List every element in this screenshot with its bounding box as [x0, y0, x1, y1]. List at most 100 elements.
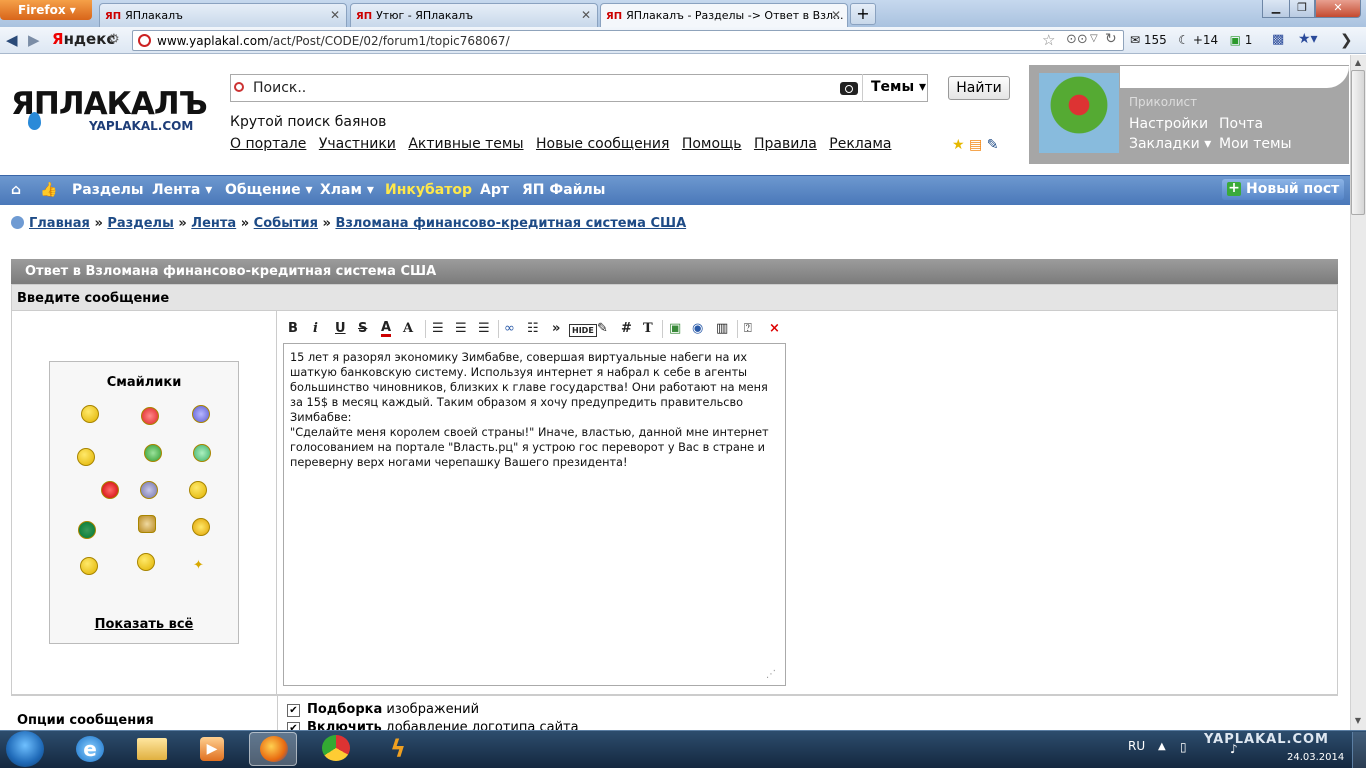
menu-chat[interactable]: Общение ▾ [225, 182, 313, 198]
volume-icon[interactable]: ♪ [1230, 742, 1238, 756]
hash-button[interactable]: # [621, 321, 632, 336]
tab-yaplakal[interactable]: ЯП ЯПлакалъ ✕ [99, 3, 347, 27]
breadcrumb-events[interactable]: События [254, 216, 318, 231]
quote-icon[interactable]: » [552, 321, 560, 336]
camera-icon[interactable] [840, 82, 858, 95]
image-icon[interactable]: ▣ [669, 321, 681, 336]
firefox-menu-button[interactable]: Firefox ▾ [0, 0, 92, 20]
mail-icon[interactable]: ✉ [1130, 33, 1140, 47]
link-about[interactable]: О портале [230, 136, 306, 152]
new-tab-button[interactable]: + [850, 3, 876, 25]
show-all-smilies-link[interactable]: Показать всё [49, 617, 239, 632]
align-center-icon[interactable]: ☰ [455, 321, 467, 336]
link-help[interactable]: Помощь [682, 136, 742, 152]
hide-button[interactable]: HIDE [569, 324, 597, 337]
text-button[interactable]: T [643, 321, 653, 336]
link-ads[interactable]: Реклама [829, 136, 891, 152]
smiley-cool-icon[interactable] [81, 405, 99, 423]
scroll-down-arrow[interactable]: ▼ [1351, 714, 1365, 728]
maximize-button[interactable]: ❐ [1289, 0, 1315, 18]
link-active-topics[interactable]: Активные темы [408, 136, 523, 152]
site-logo[interactable]: ЯПЛАКАЛЪ YAPLAKAL.COM [11, 88, 208, 133]
language-indicator[interactable]: RU [1128, 739, 1145, 753]
menu-incubator[interactable]: Инкубатор [385, 182, 472, 198]
breadcrumb-feed[interactable]: Лента [191, 216, 236, 231]
show-desktop-button[interactable] [1352, 732, 1366, 768]
link-settings[interactable]: Настройки [1129, 116, 1208, 132]
reader-glasses-icon[interactable]: ⊙⊙ [1066, 32, 1088, 47]
resize-handle-icon[interactable]: ⋰ [766, 669, 776, 680]
yandex-tools-icon[interactable]: ⚙ [108, 32, 120, 47]
link-bookmarks[interactable]: Закладки ▾ [1129, 136, 1211, 152]
menu-more-icon[interactable]: ❯ [1340, 31, 1353, 49]
align-right-icon[interactable]: ☰ [478, 321, 490, 336]
bookmark-star-icon[interactable]: ☆ [1042, 31, 1055, 49]
smiley-wave-icon[interactable] [189, 481, 207, 499]
site-identity-icon[interactable] [138, 34, 151, 47]
bold-button[interactable]: B [288, 321, 298, 336]
tray-date[interactable]: 24.03.2014 [1287, 752, 1344, 763]
taskbar-chrome[interactable] [312, 732, 360, 766]
url-bar[interactable]: www.yaplakal.com/act/Post/CODE/02/forum1… [132, 30, 1124, 51]
breadcrumb-home[interactable]: Главная [29, 216, 90, 231]
counter-mail[interactable]: 155 [1144, 33, 1167, 47]
back-icon[interactable]: ◀ [6, 31, 18, 49]
pencil-icon[interactable]: ✎ [987, 137, 999, 153]
link-icon[interactable]: ∞ [504, 321, 515, 336]
smiley-sick-icon[interactable] [193, 444, 211, 462]
strike-button[interactable]: S [358, 321, 367, 336]
tray-expand-icon[interactable]: ▲ [1158, 741, 1166, 752]
menu-junk[interactable]: Хлам ▾ [320, 182, 374, 198]
smiley-dance-icon[interactable] [192, 518, 210, 536]
smiley-clap-icon[interactable] [138, 515, 156, 533]
smiley-gun-icon[interactable] [144, 444, 162, 462]
taskbar-firefox[interactable] [249, 732, 297, 766]
tab-iron[interactable]: ЯП Утюг - ЯПлакалъ ✕ [350, 3, 598, 27]
list-icon[interactable]: ☷ [527, 321, 539, 336]
link-rules[interactable]: Правила [754, 136, 817, 152]
like-icon[interactable]: 👍 [40, 182, 57, 198]
align-left-icon[interactable]: ☰ [432, 321, 444, 336]
link-members[interactable]: Участники [319, 136, 396, 152]
smiley-sad-icon[interactable] [140, 481, 158, 499]
smiley-love-icon[interactable] [141, 407, 159, 425]
counter-traffic[interactable]: 1 [1245, 33, 1253, 47]
close-icon[interactable]: × [769, 321, 780, 336]
tray-device-icon[interactable]: ▯ [1180, 740, 1187, 754]
breadcrumb-topic[interactable]: Взломана финансово-кредитная система США [335, 216, 686, 231]
image-gallery-checkbox[interactable]: ✔ [287, 704, 300, 717]
smiley-star-icon[interactable]: ✦ [193, 558, 204, 573]
smiley-laugh-icon[interactable] [137, 553, 155, 571]
scrollbar-thumb[interactable] [1351, 70, 1365, 215]
tab-close-icon[interactable]: ✕ [330, 8, 340, 22]
traffic-icon[interactable]: ▣ [1230, 33, 1241, 47]
help-icon[interactable]: ⍰ [744, 321, 752, 336]
menu-feed[interactable]: Лента ▾ [152, 182, 212, 198]
taskbar-media[interactable]: ▶ [188, 732, 236, 766]
bookmarks-menu-icon[interactable]: ★▾ [1298, 31, 1318, 47]
forward-icon[interactable]: ▶ [28, 31, 40, 49]
tab-close-icon[interactable]: ✕ [581, 8, 591, 22]
menu-art[interactable]: Арт [480, 182, 509, 198]
link-mail[interactable]: Почта [1219, 116, 1263, 132]
smiley-thumbs-icon[interactable] [77, 448, 95, 466]
tab-active-reply[interactable]: ЯП ЯПлакалъ - Разделы -> Ответ в Взл... ✕ [600, 3, 848, 28]
search-scope-select[interactable]: Темы ▾ [862, 74, 928, 102]
minimize-button[interactable]: ▁ [1262, 0, 1290, 18]
favorites-star-icon[interactable]: ★ [952, 137, 965, 153]
link-new-messages[interactable]: Новые сообщения [536, 136, 669, 152]
font-color-button[interactable]: A [381, 321, 392, 337]
reload-icon[interactable]: ↻ [1105, 31, 1117, 47]
counter-weather[interactable]: +14 [1193, 33, 1218, 47]
code-edit-icon[interactable]: ✎ [597, 321, 608, 336]
smiley-spider-icon[interactable] [80, 557, 98, 575]
menu-files[interactable]: ЯП Файлы [522, 182, 605, 198]
italic-button[interactable]: i [313, 321, 318, 336]
video-icon[interactable]: ▥ [716, 321, 728, 336]
menu-sections[interactable]: Разделы [72, 182, 144, 198]
addon-icon[interactable]: ▩ [1272, 32, 1284, 47]
font-size-button[interactable]: A [403, 321, 413, 336]
rss-icon[interactable]: ▤ [969, 137, 982, 153]
moon-icon[interactable]: ☾ [1178, 33, 1189, 47]
url-dropdown-icon[interactable]: ▽ [1090, 33, 1098, 44]
